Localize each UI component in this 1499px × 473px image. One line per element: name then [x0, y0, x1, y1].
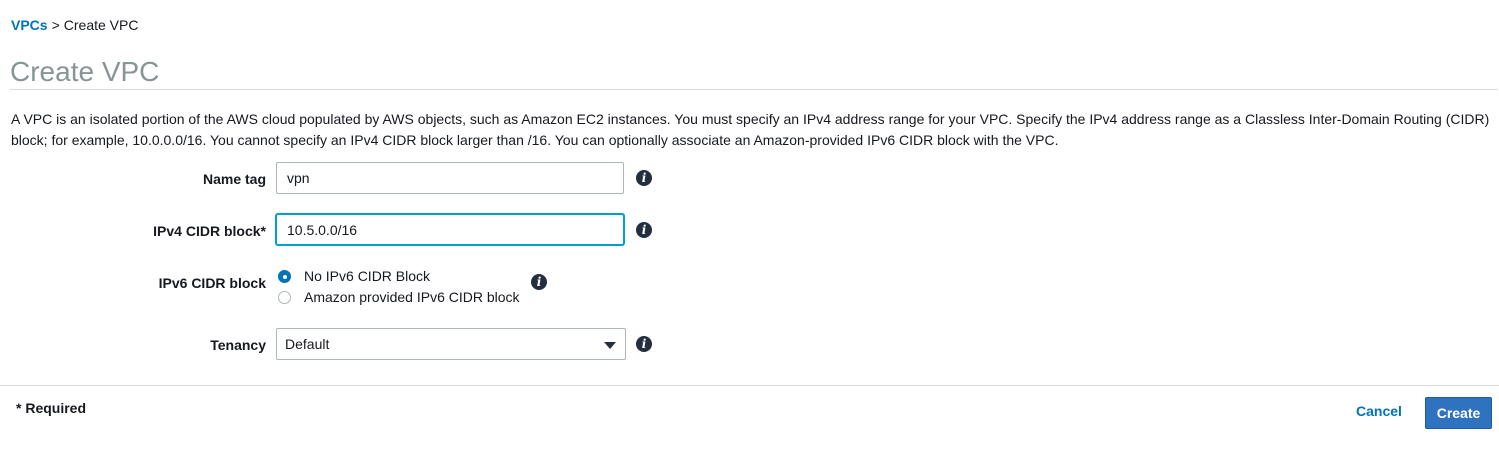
ipv6-option-none-label: No IPv6 CIDR Block: [304, 268, 431, 284]
required-note: * Required: [16, 400, 87, 416]
name-tag-info-icon[interactable]: i: [636, 170, 652, 186]
create-button[interactable]: Create: [1425, 397, 1492, 429]
radio-unselected-icon[interactable]: [278, 291, 291, 304]
ipv4-cidr-input[interactable]: [276, 214, 624, 245]
ipv6-cidr-info-icon[interactable]: i: [531, 274, 547, 290]
tenancy-label: Tenancy: [210, 337, 266, 353]
ipv6-cidr-label: IPv6 CIDR block: [158, 275, 266, 291]
page-title: Create VPC: [10, 55, 1498, 90]
radio-selected-icon[interactable]: [278, 270, 291, 283]
breadcrumb-current: Create VPC: [63, 17, 139, 33]
ipv6-option-amazon[interactable]: Amazon provided IPv6 CIDR block: [278, 287, 520, 308]
tenancy-row: Tenancy Default i: [0, 328, 700, 360]
tenancy-select[interactable]: Default: [276, 328, 626, 360]
page-description: A VPC is an isolated portion of the AWS …: [11, 111, 1490, 148]
name-tag-label: Name tag: [202, 171, 266, 187]
tenancy-info-icon[interactable]: i: [636, 336, 652, 352]
ipv6-cidr-row: IPv6 CIDR block No IPv6 CIDR Block Amazo…: [0, 266, 700, 308]
ipv4-cidr-info-icon[interactable]: i: [636, 222, 652, 238]
ipv6-option-none[interactable]: No IPv6 CIDR Block: [278, 266, 520, 287]
footer-divider: [0, 385, 1499, 386]
caret-down-icon: [604, 342, 616, 349]
cancel-button[interactable]: Cancel: [1356, 403, 1402, 419]
ipv4-cidr-label: IPv4 CIDR block*: [153, 223, 266, 239]
tenancy-selected-value: Default: [285, 336, 330, 352]
ipv4-cidr-row: IPv4 CIDR block* i: [0, 214, 700, 246]
breadcrumb-separator: >: [51, 17, 60, 33]
ipv6-cidr-radio-group: No IPv6 CIDR Block Amazon provided IPv6 …: [278, 266, 520, 308]
name-tag-row: Name tag i: [0, 162, 700, 194]
name-tag-input[interactable]: [276, 162, 624, 194]
ipv6-option-amazon-label: Amazon provided IPv6 CIDR block: [304, 289, 520, 305]
breadcrumb: VPCs > Create VPC: [11, 16, 138, 34]
breadcrumb-vpcs-link[interactable]: VPCs: [11, 17, 48, 33]
